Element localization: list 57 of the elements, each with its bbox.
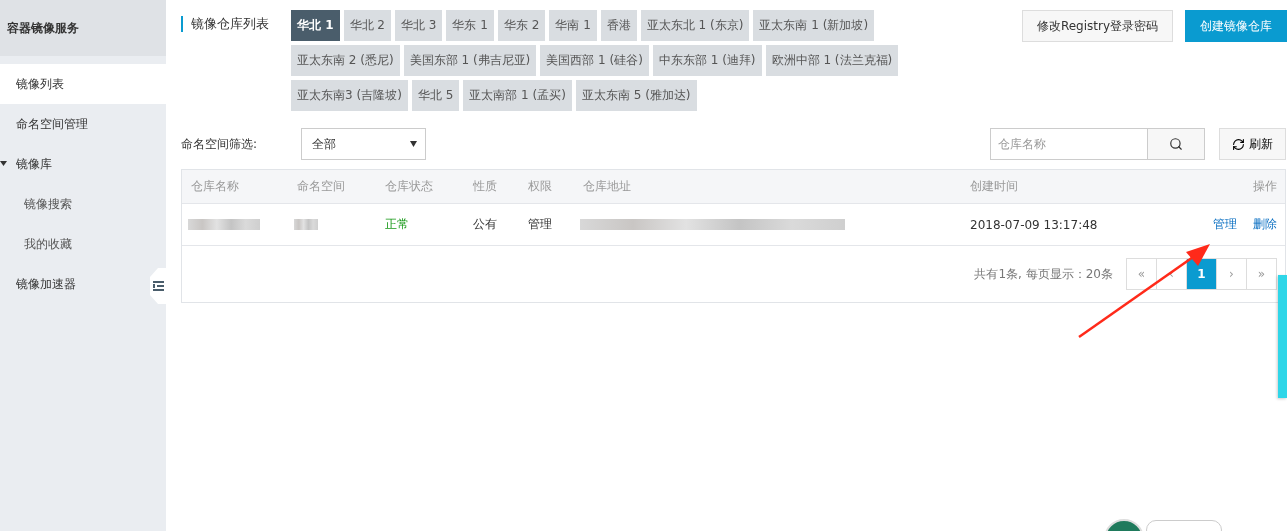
region-tab[interactable]: 华北 1: [291, 10, 340, 41]
region-tab[interactable]: 香港: [600, 10, 637, 41]
sidebar-item[interactable]: 镜像库: [0, 144, 148, 184]
column-header: 性质: [472, 178, 498, 195]
filter-label: 命名空间筛选:: [181, 135, 259, 153]
sidebar-title: 容器镜像服务: [0, 0, 166, 56]
table-cell-text: 公有: [472, 216, 498, 233]
redacted-text: [294, 219, 318, 230]
refresh-button[interactable]: 刷新: [1219, 128, 1286, 160]
collapse-handle[interactable]: [150, 268, 166, 304]
search-button[interactable]: [1147, 128, 1205, 160]
column-header: 仓库状态: [384, 178, 434, 195]
region-tab[interactable]: 华东 1: [446, 10, 494, 41]
search-icon: [1169, 137, 1183, 151]
region-tab[interactable]: 华东 2: [497, 10, 546, 41]
region-tab[interactable]: 华北 3: [395, 10, 443, 41]
menu-collapse-icon: [152, 281, 164, 291]
sidebar-item[interactable]: 镜像搜索: [0, 184, 148, 224]
region-tab[interactable]: 亚太南部 1 (孟买): [463, 80, 572, 111]
region-tab[interactable]: 美国东部 1 (弗吉尼亚): [403, 45, 537, 76]
column-header: 命名空间: [296, 178, 346, 195]
region-tab[interactable]: 欧洲中部 1 (法兰克福): [765, 45, 899, 76]
namespace-select[interactable]: 全部: [301, 128, 426, 160]
column-header: 操作: [1252, 178, 1278, 195]
region-tab[interactable]: 华北 2: [343, 10, 391, 41]
column-header: 仓库名称: [190, 178, 240, 195]
region-tab[interactable]: 亚太东南 1 (新加坡): [753, 10, 875, 41]
page-button[interactable]: »: [1246, 258, 1277, 290]
sidebar-item[interactable]: 命名空间管理: [0, 104, 148, 144]
column-header: 仓库地址: [582, 178, 632, 195]
status-cell-text: 正常: [384, 216, 410, 233]
table-cell-text: 管理: [527, 216, 553, 233]
page-button[interactable]: ›: [1216, 258, 1247, 290]
region-tab[interactable]: 华北 5: [411, 80, 460, 111]
sidebar-item[interactable]: 我的收藏: [0, 224, 148, 264]
region-tab[interactable]: 亚太东南3 (吉隆坡): [291, 80, 408, 111]
pagination-summary: 共有1条, 每页显示：20条: [974, 265, 1113, 283]
region-tab[interactable]: 亚太东北 1 (东京): [640, 10, 750, 41]
password-button[interactable]: 修改Registry登录密码: [1021, 10, 1173, 42]
table-cell-text: 2018-07-09 13:17:48: [969, 217, 1099, 232]
sidebar-item[interactable]: 镜像加速器: [0, 264, 148, 304]
sidebar-item[interactable]: 镜像列表: [0, 64, 166, 104]
create-button[interactable]: 创建镜像仓库: [1185, 10, 1287, 42]
dropdown-icon: [410, 141, 417, 147]
region-tab[interactable]: 美国西部 1 (硅谷): [540, 45, 649, 76]
action-link[interactable]: 管理: [1213, 216, 1237, 233]
action-link[interactable]: 删除: [1253, 216, 1277, 233]
region-tab[interactable]: 亚太东南 2 (悉尼): [291, 45, 400, 76]
region-tab[interactable]: 中东东部 1 (迪拜): [652, 45, 762, 76]
column-header: 权限: [527, 178, 553, 195]
column-header: 创建时间: [969, 178, 1019, 195]
redacted-text: [188, 219, 260, 230]
search-field[interactable]: 仓库名称: [990, 128, 1147, 160]
region-tab[interactable]: 亚太东南 5 (雅加达): [575, 80, 697, 111]
region-tab[interactable]: 华南 1: [549, 10, 597, 41]
page-button[interactable]: «: [1126, 258, 1157, 290]
refresh-icon: [1232, 137, 1245, 151]
